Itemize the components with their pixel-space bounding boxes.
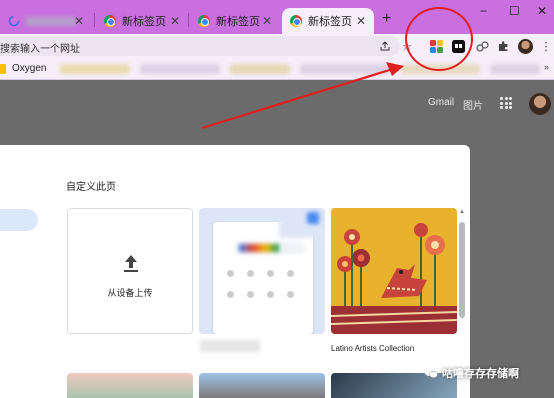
new-tab-button[interactable]: + <box>382 10 391 28</box>
tab-4-close-icon[interactable]: ✕ <box>356 14 366 28</box>
theme-thumbnail[interactable] <box>199 373 325 398</box>
address-bar-text: 搜索输入一个网址 <box>0 44 80 55</box>
close-window-button[interactable]: ✕ <box>537 4 547 18</box>
bookmark-blurred[interactable] <box>140 64 220 74</box>
classic-preview <box>213 222 313 334</box>
bookmark-blurred[interactable] <box>300 64 390 74</box>
upload-label: 从设备上传 <box>107 288 153 298</box>
chrome-icon <box>104 15 116 27</box>
tab-1-title <box>26 16 76 26</box>
tab-4-active[interactable]: 新标签页 ✕ <box>282 8 374 34</box>
upload-icon <box>124 255 138 272</box>
tab-2-close-icon[interactable]: ✕ <box>170 14 180 28</box>
latino-artists-card[interactable] <box>331 208 457 334</box>
chrome-icon <box>290 15 302 27</box>
bookmark-oxygen[interactable]: Oxygen <box>12 63 46 74</box>
address-bar[interactable]: 搜索输入一个网址 <box>0 36 400 56</box>
bookmark-blurred[interactable] <box>230 64 290 74</box>
profile-avatar[interactable] <box>529 93 551 115</box>
loading-spinner-icon <box>8 15 20 27</box>
annotation-circle <box>405 7 473 71</box>
watermark-text: 咕噜存存存储啊 <box>442 368 519 380</box>
link-extension-icon[interactable] <box>474 38 490 54</box>
share-icon[interactable] <box>377 38 393 54</box>
classic-caption-blurred <box>200 340 260 352</box>
extensions-puzzle-icon[interactable] <box>496 38 512 54</box>
bookmarks-overflow-icon[interactable]: » <box>544 62 549 72</box>
minimize-button[interactable]: − <box>480 4 487 18</box>
chrome-icon <box>198 15 210 27</box>
google-apps-icon[interactable] <box>500 97 512 109</box>
tab-1-close-icon[interactable]: ✕ <box>74 14 84 28</box>
tab-3-close-icon[interactable]: ✕ <box>262 14 272 28</box>
wechat-icon <box>424 368 438 378</box>
upload-from-device-card[interactable]: 从设备上传 <box>67 208 193 334</box>
artwork-image <box>331 208 457 334</box>
dialog-title: 自定义此页 <box>66 182 116 193</box>
classic-chrome-card[interactable] <box>199 208 325 334</box>
tab-1[interactable]: ✕ <box>0 8 92 34</box>
tab-2-title: 新标签页 <box>122 16 166 28</box>
menu-kebab-icon[interactable]: ⋮ <box>538 38 554 54</box>
folder-icon <box>0 64 6 74</box>
sidebar-selected-pill[interactable] <box>0 209 38 231</box>
scroll-up-icon[interactable]: ▲ <box>459 209 465 215</box>
images-link[interactable]: 图片 <box>463 97 483 112</box>
maximize-button[interactable]: ☐ <box>509 4 520 18</box>
tab-2[interactable]: 新标签页 ✕ <box>96 8 188 34</box>
bookmarks-bar: Oxygen » <box>0 58 554 80</box>
profile-avatar-small[interactable] <box>517 38 533 54</box>
tab-4-title: 新标签页 <box>308 16 352 28</box>
bookmark-blurred[interactable] <box>490 64 540 74</box>
gmail-link[interactable]: Gmail <box>428 97 454 108</box>
tab-3-title: 新标签页 <box>216 16 260 28</box>
selected-check-icon <box>307 212 319 224</box>
customize-dialog: 自定义此页 从设备上传 Latino Artists Collection ▲ <box>0 145 470 398</box>
theme-thumbnail[interactable] <box>67 373 193 398</box>
watermark: 咕噜存存存储啊 <box>424 365 519 381</box>
bookmark-blurred[interactable] <box>60 64 130 74</box>
tab-3[interactable]: 新标签页 ✕ <box>190 8 280 34</box>
art-caption: Latino Artists Collection <box>331 344 415 353</box>
scrollbar-thumb[interactable] <box>459 222 465 318</box>
